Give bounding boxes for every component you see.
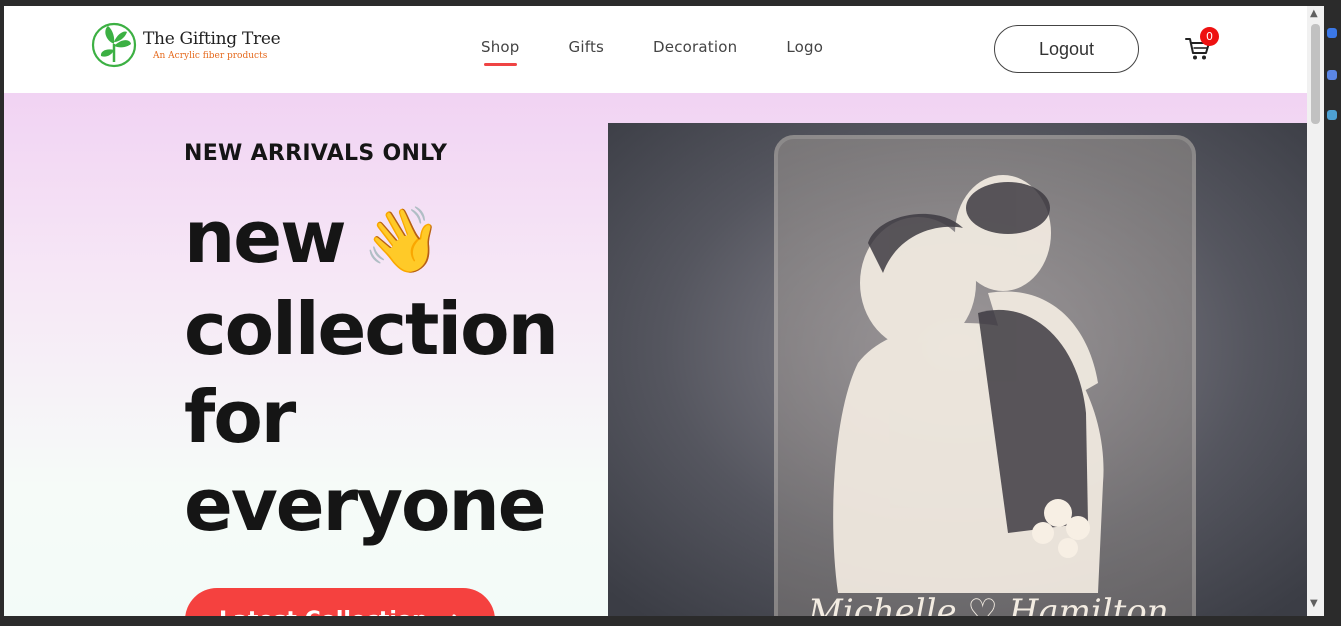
arrow-right-icon: ➜ <box>442 606 462 616</box>
latest-collection-button[interactable]: Latest Collection ➜ <box>185 588 495 616</box>
scroll-thumb[interactable] <box>1311 24 1320 124</box>
brand-tagline: An Acrylic fiber products <box>153 51 268 61</box>
nav-shop[interactable]: Shop <box>481 37 520 66</box>
side-panel-icon-3[interactable] <box>1327 110 1337 120</box>
brand-logo[interactable]: The Gifting Tree An Acrylic fiber produc… <box>91 14 281 76</box>
nav-decoration[interactable]: Decoration <box>653 37 737 57</box>
nav-logo[interactable]: Logo <box>786 37 823 57</box>
headline-line-1: new <box>184 195 347 279</box>
site-header: The Gifting Tree An Acrylic fiber produc… <box>4 6 1307 94</box>
headline-line-2: collection <box>184 287 559 371</box>
side-panel-icon-2[interactable] <box>1327 70 1337 80</box>
headline-line-3: for <box>184 375 296 459</box>
logout-button[interactable]: Logout <box>994 25 1139 73</box>
hero-eyebrow: NEW ARRIVALS ONLY <box>184 141 448 166</box>
cart-count-badge: 0 <box>1200 27 1219 46</box>
headline-line-4: everyone <box>184 463 547 547</box>
engraved-names: Michelle ♡ Hamilton <box>807 592 1169 616</box>
waving-hand-icon: 👋 <box>362 204 443 278</box>
hero-headline: new 👋 collection for everyone <box>184 193 604 549</box>
page-scrollbar[interactable]: ▲ ▼ <box>1307 6 1324 616</box>
scroll-up-icon[interactable]: ▲ <box>1310 8 1318 19</box>
side-panel-icon-1[interactable] <box>1327 28 1337 38</box>
logo-text: The Gifting Tree An Acrylic fiber produc… <box>143 28 281 62</box>
main-nav: Shop Gifts Decoration Logo <box>481 37 872 66</box>
cta-label: Latest Collection <box>219 608 428 617</box>
tree-logo-icon <box>91 22 137 68</box>
hero-product-image[interactable]: Michelle ♡ Hamilton <box>608 123 1307 616</box>
browser-side-panel <box>1324 6 1341 616</box>
browser-viewport: The Gifting Tree An Acrylic fiber produc… <box>4 6 1307 616</box>
hero-section: NEW ARRIVALS ONLY new 👋 collection for ev… <box>4 93 1307 616</box>
nav-gifts[interactable]: Gifts <box>569 37 605 57</box>
scroll-down-icon[interactable]: ▼ <box>1310 598 1318 609</box>
brand-name: The Gifting Tree <box>143 29 281 49</box>
